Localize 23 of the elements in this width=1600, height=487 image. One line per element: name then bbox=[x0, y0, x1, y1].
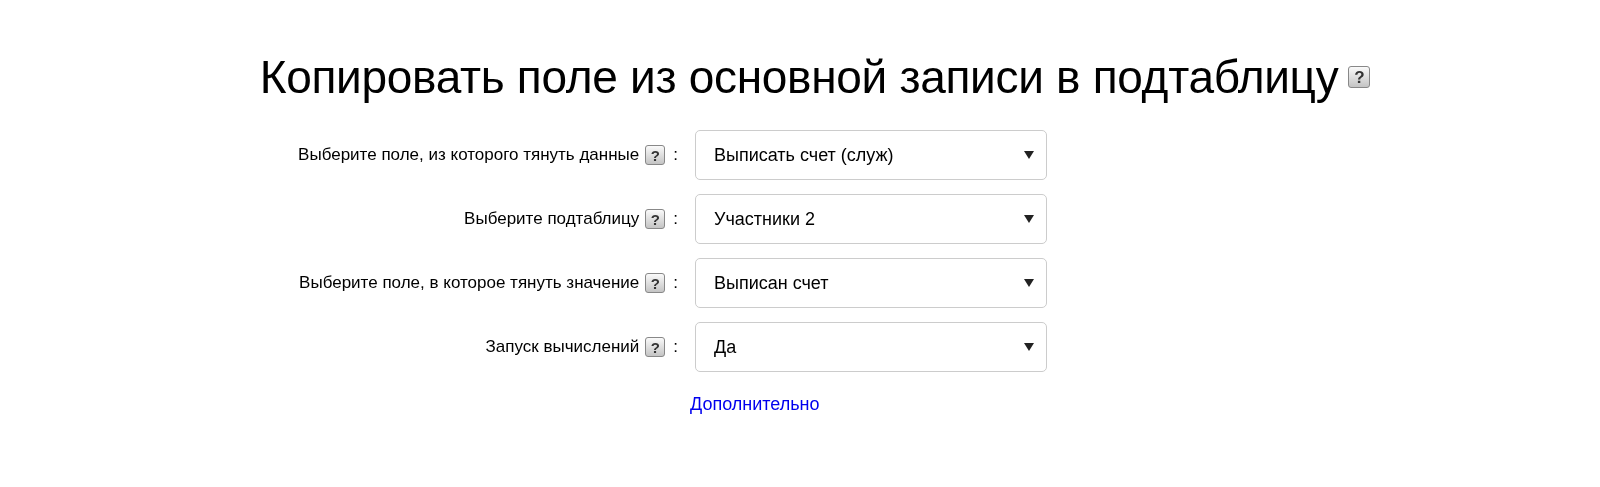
dropdown-arrow-icon bbox=[1024, 215, 1034, 223]
colon: : bbox=[673, 273, 678, 293]
dropdown-arrow-icon bbox=[1024, 343, 1034, 351]
colon: : bbox=[673, 209, 678, 229]
select-field[interactable]: Участники 2 bbox=[695, 194, 1047, 244]
help-icon[interactable]: ? bbox=[645, 273, 666, 293]
select-field[interactable]: Выписан счет bbox=[695, 258, 1047, 308]
select-field[interactable]: Выписать счет (служ) bbox=[695, 130, 1047, 180]
field-label: Запуск вычислений bbox=[485, 337, 640, 357]
field-label: Выберите поле, из которого тянуть данные bbox=[298, 145, 640, 165]
field-label: Выберите подтаблицу bbox=[464, 209, 640, 229]
help-icon[interactable]: ? bbox=[645, 145, 666, 165]
more-link[interactable]: Дополнительно bbox=[690, 394, 820, 415]
select-field[interactable]: Да bbox=[695, 322, 1047, 372]
colon: : bbox=[673, 145, 678, 165]
page-title: Копировать поле из основной записи в подтаблицу bbox=[259, 50, 1339, 104]
field-label: Выберите поле, в которое тянуть значение bbox=[299, 273, 640, 293]
help-icon[interactable]: ? bbox=[1348, 66, 1371, 88]
help-icon[interactable]: ? bbox=[645, 337, 666, 357]
help-icon[interactable]: ? bbox=[645, 209, 666, 229]
dropdown-arrow-icon bbox=[1024, 279, 1034, 287]
colon: : bbox=[673, 337, 678, 357]
dropdown-arrow-icon bbox=[1024, 151, 1034, 159]
